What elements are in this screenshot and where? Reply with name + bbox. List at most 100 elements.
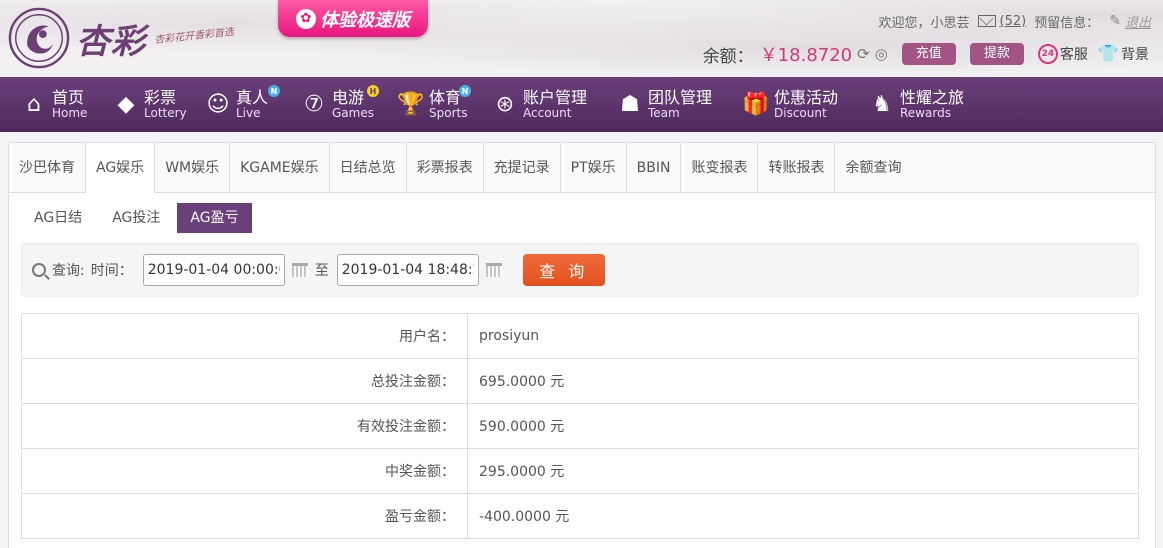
tab-pt-entertainment[interactable]: PT娱乐 [561, 143, 627, 193]
table-row: 用户名： prosiyun [21, 313, 1139, 359]
row-value: 695.0000 元 [467, 358, 1139, 404]
nav-label-cn: 团队管理 [648, 87, 713, 107]
subtab-ag-bets[interactable]: AG投注 [99, 203, 173, 233]
fast-version-label: 体验极速版 [320, 9, 410, 31]
logo[interactable]: 杏彩 杏彩花开香彩首选 [8, 6, 235, 70]
header: 杏彩 杏彩花开香彩首选 ✿ 体验极速版 欢迎您， 小思芸 (52) 预留信息： … [0, 0, 1163, 77]
recharge-button[interactable]: 充值 [901, 43, 956, 65]
tab-account-change-report[interactable]: 账变报表 [681, 143, 759, 193]
hide-balance-eye-icon[interactable]: ◎ [875, 45, 888, 63]
tab-deposit-withdraw[interactable]: 充提记录 [484, 143, 561, 193]
row-label: 盈亏金额： [21, 493, 468, 539]
report-panel: 沙巴体育 AG娱乐 WM娱乐 KGAME娱乐 日结总览 彩票报表 充提记录 PT… [8, 142, 1156, 548]
row-value: 295.0000 元 [467, 448, 1139, 494]
balance-value: ￥18.8720 [759, 45, 853, 66]
rewards-icon: ♞ [872, 92, 892, 117]
tab-daily-overview[interactable]: 日结总览 [330, 143, 407, 193]
balance-bar: 余额： ￥18.8720 ⟳ ◎ 充值 提款 24 客服 👕 背景 [702, 42, 1149, 67]
nav-item-live[interactable]: ☺ 真人 Live N [204, 77, 300, 132]
end-time-input[interactable] [336, 254, 479, 286]
customer-service-icon[interactable]: 24 [1037, 44, 1058, 64]
nav-label-en: Rewards [900, 105, 951, 120]
report-tabs: 沙巴体育 AG娱乐 WM娱乐 KGAME娱乐 日结总览 彩票报表 充提记录 PT… [9, 143, 1155, 193]
tab-ag-entertainment[interactable]: AG娱乐 [86, 143, 156, 193]
tab-kgame-entertainment[interactable]: KGAME娱乐 [230, 143, 330, 193]
start-time-input[interactable] [142, 254, 285, 286]
nav-label-en: Team [648, 105, 680, 120]
nav-label-en: Discount [774, 105, 827, 120]
tab-wm-entertainment[interactable]: WM娱乐 [155, 143, 231, 193]
logout-link[interactable]: 退出 [1125, 12, 1151, 31]
mail-icon[interactable] [977, 15, 996, 27]
nav-label-cn: 彩票 [144, 87, 177, 107]
nav-item-account[interactable]: ⊛ 账户管理 Account [491, 77, 616, 132]
tab-bbin[interactable]: BBIN [627, 143, 682, 193]
tab-transfer-report[interactable]: 转账报表 [758, 143, 836, 193]
logo-slogan: 杏彩花开香彩首选 [153, 26, 235, 46]
new-badge: N [268, 85, 280, 97]
nav-label-en: Sports [429, 105, 468, 120]
username: 小思芸 [930, 15, 970, 31]
account-icon: ⊛ [495, 92, 515, 117]
row-value: 590.0000 元 [467, 403, 1139, 449]
table-row: 中奖金额： 295.0000 元 [21, 448, 1139, 494]
tab-balance-query[interactable]: 余额查询 [835, 143, 911, 193]
customer-service-label[interactable]: 客服 [1060, 44, 1088, 64]
row-value: -400.0000 元 [467, 493, 1139, 539]
row-label: 用户名： [21, 313, 468, 359]
fast-version-button[interactable]: ✿ 体验极速版 [278, 0, 428, 37]
logo-emblem-icon [8, 7, 70, 69]
table-row: 盈亏金额： -400.0000 元 [21, 493, 1139, 539]
nav-item-sports[interactable]: 🏆 体育 Sports N [397, 77, 491, 132]
tab-lottery-report[interactable]: 彩票报表 [407, 143, 484, 193]
gift-icon: 🎁 [742, 92, 770, 117]
message-count[interactable]: (52) [1000, 14, 1027, 29]
nav-label-cn: 首页 [52, 87, 85, 107]
nav-item-team[interactable]: ☗ 团队管理 Team [616, 77, 742, 132]
user-info-bar: 欢迎您， 小思芸 (52) 预留信息： ✎ 退出 [879, 12, 1151, 31]
edit-icon[interactable]: ✎ [1109, 13, 1121, 29]
nav-item-games[interactable]: ⑦ 电游 Games H [300, 77, 397, 132]
query-button[interactable]: 查 询 [522, 254, 605, 286]
row-label: 中奖金额： [21, 448, 468, 494]
nav-label-cn: 真人 [236, 87, 269, 107]
games-icon: ⑦ [304, 92, 324, 117]
table-row: 有效投注金额： 590.0000 元 [21, 403, 1139, 449]
lottery-icon: ◆ [117, 92, 135, 117]
subtab-ag-daily[interactable]: AG日结 [21, 203, 95, 233]
logo-text: 杏彩 [76, 21, 146, 62]
query-label: 查询: [52, 263, 85, 279]
balance-label: 余额： [702, 46, 754, 67]
table-row: 总投注金额： 695.0000 元 [21, 358, 1139, 404]
subtab-ag-profit-loss[interactable]: AG盈亏 [177, 203, 252, 233]
nav-label-cn: 账户管理 [523, 87, 588, 107]
nav-item-lottery[interactable]: ◆ 彩票 Lottery [112, 77, 204, 132]
trophy-icon: 🏆 [397, 92, 425, 117]
shirt-icon[interactable]: 👕 [1098, 44, 1119, 64]
nav-label-cn: 性耀之旅 [900, 87, 965, 107]
profit-loss-table: 用户名： prosiyun 总投注金额： 695.0000 元 有效投注金额： … [21, 313, 1139, 539]
nav-label-cn: 优惠活动 [774, 87, 839, 107]
nav-item-discount[interactable]: 🎁 优惠活动 Discount [742, 77, 868, 132]
calendar-icon[interactable] [485, 263, 502, 277]
nav-item-rewards[interactable]: ♞ 性耀之旅 Rewards [868, 77, 988, 132]
new-badge: N [459, 85, 471, 97]
nav-label-en: Lottery [144, 105, 187, 120]
tab-saba-sports[interactable]: 沙巴体育 [9, 143, 86, 193]
nav-label-en: Live [236, 105, 261, 120]
hot-badge: H [367, 85, 379, 97]
home-icon: ⌂ [27, 92, 41, 117]
refresh-icon[interactable]: ⟳ [857, 45, 870, 63]
live-icon: ☺ [206, 92, 230, 117]
withdraw-button[interactable]: 提款 [969, 43, 1024, 65]
time-label: 时间： [90, 263, 133, 279]
row-label: 总投注金额： [21, 358, 468, 404]
nav-label-en: Account [523, 105, 572, 120]
search-icon [32, 263, 46, 277]
background-label[interactable]: 背景 [1121, 44, 1149, 64]
row-value: prosiyun [467, 313, 1139, 359]
calendar-icon[interactable] [291, 263, 308, 277]
nav-label-en: Games [332, 105, 374, 120]
nav-item-home[interactable]: ⌂ 首页 Home [20, 77, 112, 132]
main-nav: ⌂ 首页 Home ◆ 彩票 Lottery ☺ 真人 Live N ⑦ 电游 Game… [0, 77, 1163, 132]
